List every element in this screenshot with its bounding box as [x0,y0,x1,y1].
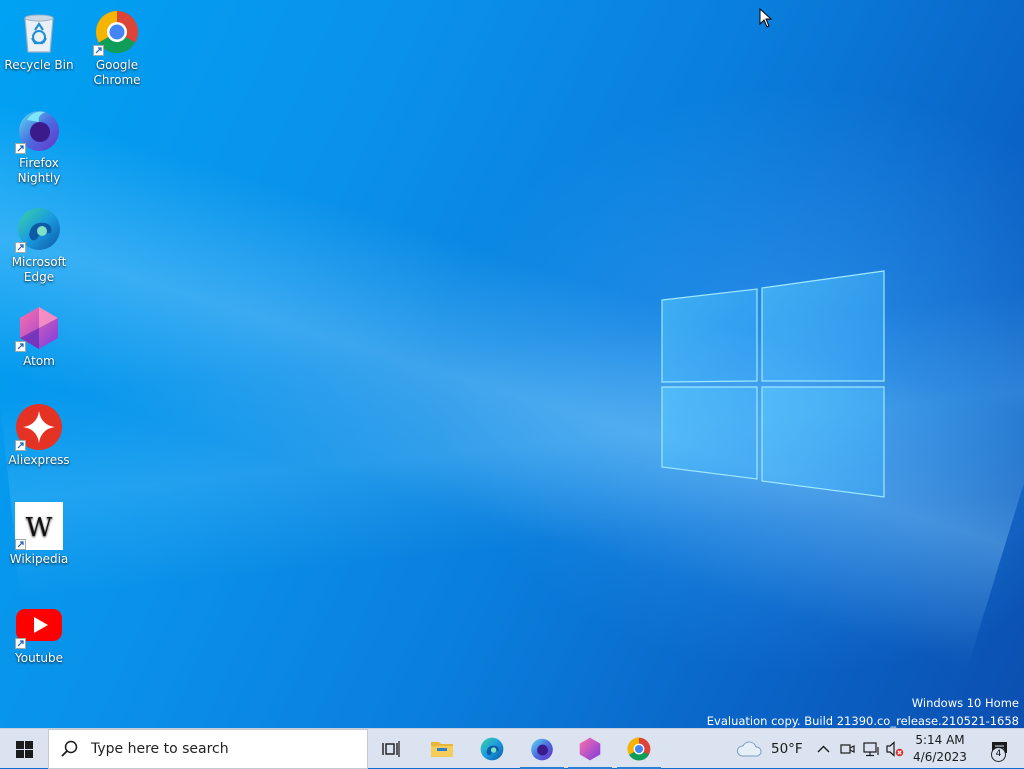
desktop-icon-microsoft-edge[interactable]: Microsoft Edge [1,205,77,285]
chevron-up-icon [817,745,829,753]
shortcut-arrow-icon [15,539,26,550]
desktop-icon-label: Aliexpress [8,453,70,467]
volume-button[interactable] [885,729,905,769]
shortcut-arrow-icon [15,440,26,451]
desktop-icon-google-chrome[interactable]: Google Chrome [79,8,155,88]
network-icon [862,741,879,756]
windows-start-icon [15,740,33,758]
desktop-icon-firefox-nightly[interactable]: Firefox Nightly [1,106,77,186]
svg-text:W: W [26,513,53,543]
shortcut-arrow-icon [93,45,104,56]
taskbar-clock[interactable]: 5:14 AM 4/6/2023 [908,729,972,769]
desktop-icon-atom[interactable]: Atom [1,304,77,369]
atom-icon [579,737,601,761]
network-button[interactable] [861,729,881,769]
atom-taskbar-button[interactable] [566,729,614,769]
chrome-icon [627,737,651,761]
shortcut-arrow-icon [15,638,26,649]
desktop-icon-label: Firefox Nightly [17,156,61,185]
desktop-icon-aliexpress[interactable]: Aliexpress [1,403,77,468]
desktop-icon-label: Wikipedia [9,552,69,566]
meet-now-button[interactable] [838,729,856,769]
search-input[interactable] [89,740,353,758]
edge-icon [480,737,504,761]
start-button[interactable] [0,729,48,769]
windows-logo-wallpaper [661,270,885,498]
file-explorer-taskbar-button[interactable] [418,729,466,769]
search-icon [61,740,78,757]
notification-count-badge: 4 [991,747,1006,762]
desktop-icon-label: Youtube [15,651,63,665]
desktop-icon-label: Atom [23,354,55,368]
desktop-icon-youtube[interactable]: Youtube [1,601,77,666]
meet-now-icon [839,744,855,754]
firefox-nightly-taskbar-button[interactable] [518,729,566,769]
weather-temperature: 50°F [771,741,803,757]
weather-widget[interactable]: 50°F [736,729,806,769]
evaluation-watermark: Windows 10 Home Evaluation copy. Build 2… [707,694,1019,730]
desktop-wallpaper [0,0,1024,728]
desktop-icon-label: Recycle Bin [4,58,74,72]
recycle-bin-icon [24,14,54,53]
task-view-icon [382,741,400,757]
shortcut-arrow-icon [15,143,26,154]
shortcut-arrow-icon [15,341,26,352]
file-explorer-icon [431,742,453,757]
taskbar-search-box[interactable] [48,729,368,769]
chrome-taskbar-button[interactable] [615,729,663,769]
edge-taskbar-button[interactable] [468,729,516,769]
mouse-cursor-icon [759,8,773,28]
clock-time: 5:14 AM [915,733,965,747]
watermark-edition: Windows 10 Home [911,696,1019,710]
show-hidden-icons-button[interactable] [813,729,833,769]
desktop-icon-label: Google Chrome [93,58,141,87]
desktop-icon-label: Microsoft Edge [11,255,67,284]
desktop-icon-recycle-bin[interactable]: Recycle Bin [1,8,77,73]
clock-date: 4/6/2023 [913,750,967,764]
task-view-button[interactable] [368,729,416,769]
taskbar: 50°F 5:14 AM 4/6/2023 [0,728,1024,769]
volume-muted-icon [886,741,904,757]
cloud-icon [736,741,762,757]
desktop-icon-wikipedia[interactable]: W Wikipedia [1,502,77,567]
shortcut-arrow-icon [15,242,26,253]
firefox-nightly-icon [531,738,553,761]
